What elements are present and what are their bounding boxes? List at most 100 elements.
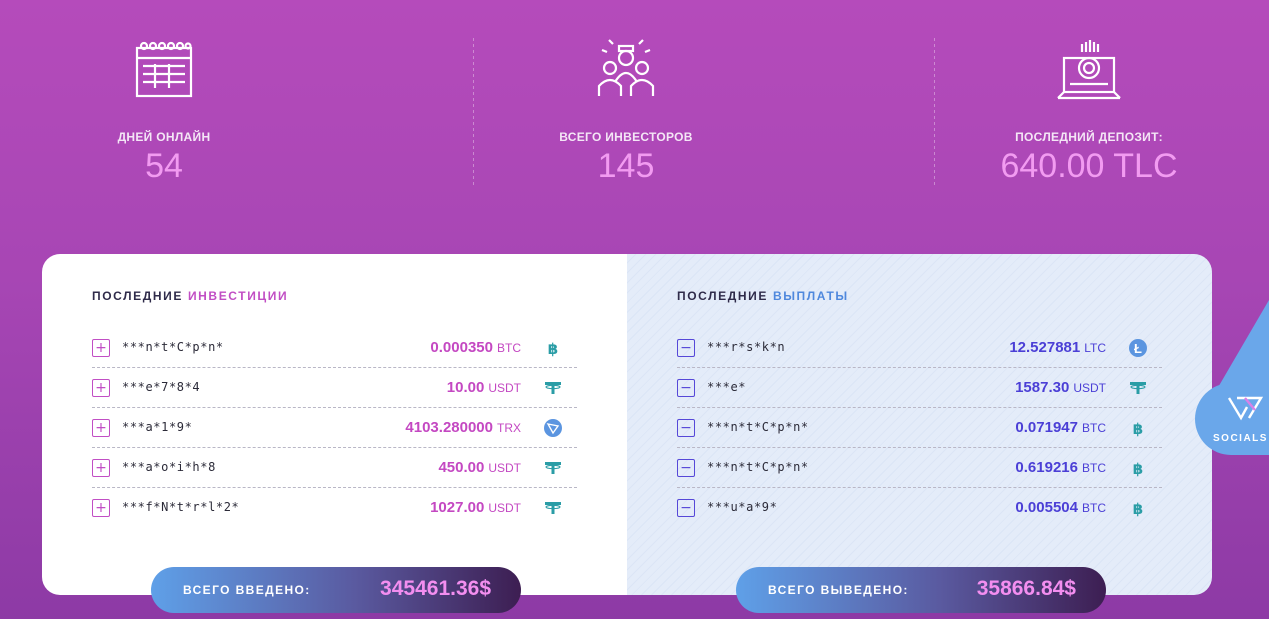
socials-button[interactable]: SOCIALS	[1195, 383, 1269, 455]
currency: BTC	[1082, 421, 1106, 435]
username: ***n*t*C*p*n*	[122, 340, 224, 354]
plus-icon[interactable]: +	[92, 419, 110, 437]
minus-icon[interactable]: −	[677, 379, 695, 397]
list-item: − ***r*s*k*n 12.527881 LTC Ł	[677, 328, 1162, 368]
divider	[473, 38, 474, 188]
stat-label: ВСЕГО ИНВЕСТОРОВ	[559, 130, 693, 144]
stat-label: ПОСЛЕДНИЙ ДЕПОЗИТ:	[1015, 130, 1163, 144]
plus-icon[interactable]: +	[92, 339, 110, 357]
panel-title: ПОСЛЕДНИЕ ВЫПЛАТЫ	[677, 289, 849, 303]
stat-value: 145	[597, 147, 655, 185]
amount: 0.000350 BTC	[430, 339, 521, 356]
socials-label: SOCIALS	[1213, 433, 1268, 444]
calendar-icon	[135, 41, 193, 98]
amount: 0.005504 BTC	[1015, 499, 1106, 516]
tether-icon	[543, 458, 563, 478]
amount: 10.00 USDT	[447, 379, 521, 396]
currency: USDT	[488, 461, 521, 475]
stat-value: 640.00 TLC	[1000, 147, 1178, 185]
stat-last-deposit: ПОСЛЕДНИЙ ДЕПОЗИТ: 640.00 TLC	[939, 38, 1239, 186]
list-item: + ***e*7*8*4 10.00 USDT	[92, 368, 577, 408]
amount: 1027.00 USDT	[430, 499, 521, 516]
svg-text:฿: ฿	[1133, 460, 1143, 478]
tether-icon	[543, 378, 563, 398]
currency: LTC	[1084, 341, 1106, 355]
amount: 1587.30 USDT	[1015, 379, 1106, 396]
minus-icon[interactable]: −	[677, 419, 695, 437]
stat-value: 54	[145, 147, 183, 185]
currency: USDT	[488, 501, 521, 515]
amount-value: 0.071947	[1015, 419, 1078, 436]
socials-logo-icon	[1227, 396, 1264, 421]
divider	[934, 38, 935, 188]
currency: BTC	[1082, 501, 1106, 515]
amount: 450.00 USDT	[438, 459, 521, 476]
latest-payouts-panel: ПОСЛЕДНИЕ ВЫПЛАТЫ − ***r*s*k*n 12.527881 LT…	[627, 254, 1212, 595]
list-item: + ***a*1*9* 4103.280000 TRX	[92, 408, 577, 448]
currency: BTC	[497, 341, 521, 355]
plus-icon[interactable]: +	[92, 499, 110, 517]
amount-value: 12.527881	[1009, 339, 1081, 356]
amount-value: 0.619216	[1015, 459, 1078, 476]
bitcoin-icon: ฿	[1128, 498, 1148, 518]
stat-total-investors: ВСЕГО ИНВЕСТОРОВ 145	[476, 38, 776, 186]
title-accent: ИНВЕСТИЦИИ	[187, 289, 289, 303]
username: ***e*7*8*4	[122, 380, 201, 394]
bitcoin-icon: ฿	[1128, 458, 1148, 478]
payouts-list: − ***r*s*k*n 12.527881 LTC Ł − ***e* 1587.30 USD…	[677, 328, 1162, 528]
bitcoin-icon: ฿	[543, 338, 563, 358]
amount-value: 1027.00	[430, 499, 485, 516]
currency: TRX	[497, 421, 521, 435]
minus-icon[interactable]: −	[677, 459, 695, 477]
svg-text:฿: ฿	[1133, 420, 1143, 438]
amount-value: 10.00	[446, 379, 485, 396]
total-withdrawn-pill: ВСЕГО ВЫВЕДЕНО: 35866.84$	[736, 567, 1106, 613]
tether-icon	[543, 498, 563, 518]
transactions-card: ПОСЛЕДНИЕ ИНВЕСТИЦИИ + ***n*t*C*p*n* 0.000…	[42, 254, 1212, 595]
minus-icon[interactable]: −	[677, 499, 695, 517]
deposit-icon	[1057, 40, 1121, 100]
username: ***e*	[707, 380, 747, 394]
plus-icon[interactable]: +	[92, 459, 110, 477]
list-item: − ***n*t*C*p*n* 0.619216 BTC ฿	[677, 448, 1162, 488]
svg-text:฿: ฿	[1133, 500, 1143, 518]
list-item: − ***u*a*9* 0.005504 BTC ฿	[677, 488, 1162, 528]
investments-list: + ***n*t*C*p*n* 0.000350 BTC ฿ + ***e*7*8*4 10.…	[92, 328, 577, 528]
currency: USDT	[488, 381, 521, 395]
username: ***n*t*C*p*n*	[707, 460, 809, 474]
amount-value: 1587.30	[1015, 379, 1070, 396]
latest-investments-panel: ПОСЛЕДНИЕ ИНВЕСТИЦИИ + ***n*t*C*p*n* 0.000…	[42, 254, 627, 595]
amount: 4103.280000 TRX	[405, 419, 521, 436]
minus-icon[interactable]: −	[677, 339, 695, 357]
total-label: ВСЕГО ВВЕДЕНО:	[183, 583, 311, 597]
username: ***n*t*C*p*n*	[707, 420, 809, 434]
stat-label: ДНЕЙ ОНЛАЙН	[117, 130, 211, 144]
list-item: − ***n*t*C*p*n* 0.071947 BTC ฿	[677, 408, 1162, 448]
list-item: − ***e* 1587.30 USDT	[677, 368, 1162, 408]
currency: BTC	[1082, 461, 1106, 475]
title-accent: ВЫПЛАТЫ	[772, 289, 849, 303]
amount-value: 0.005504	[1015, 499, 1078, 516]
stats-bar: ДНЕЙ ОНЛАЙН 54 ВСЕГО ИНВЕСТОРОВ 145 ПОСЛ…	[0, 0, 1269, 220]
total-value: 35866.84$	[976, 577, 1076, 600]
list-item: + ***n*t*C*p*n* 0.000350 BTC ฿	[92, 328, 577, 368]
username: ***r*s*k*n	[707, 340, 786, 354]
amount-value: 4103.280000	[405, 419, 493, 436]
tether-icon	[1128, 378, 1148, 398]
username: ***f*N*t*r*l*2*	[122, 500, 240, 514]
total-label: ВСЕГО ВЫВЕДЕНО:	[768, 583, 909, 597]
amount-value: 0.000350	[430, 339, 493, 356]
amount: 0.071947 BTC	[1015, 419, 1106, 436]
svg-text:Ł: Ł	[1134, 341, 1142, 356]
currency: USDT	[1073, 381, 1106, 395]
amount: 12.527881 LTC	[1009, 339, 1106, 356]
title-prefix: ПОСЛЕДНИЕ	[677, 289, 768, 303]
list-item: + ***f*N*t*r*l*2* 1027.00 USDT	[92, 488, 577, 528]
username: ***a*o*i*h*8	[122, 460, 216, 474]
username: ***a*1*9*	[122, 420, 193, 434]
litecoin-icon: Ł	[1128, 338, 1148, 358]
tron-icon	[543, 418, 563, 438]
plus-icon[interactable]: +	[92, 379, 110, 397]
amount-value: 450.00	[438, 459, 485, 476]
stat-days-online: ДНЕЙ ОНЛАЙН 54	[14, 38, 314, 186]
